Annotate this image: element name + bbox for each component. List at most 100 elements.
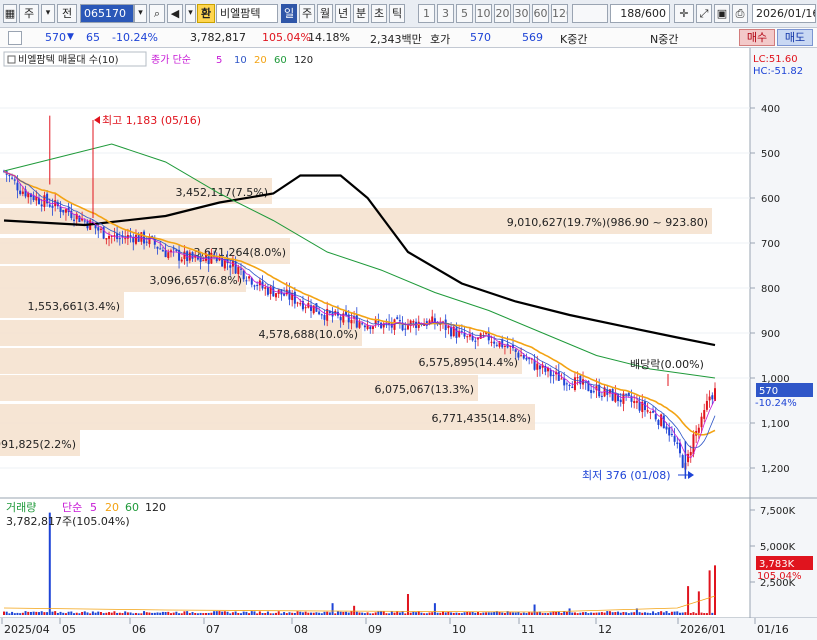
interval-tab[interactable]: 3 bbox=[437, 4, 454, 23]
mode-label: 전 bbox=[61, 7, 73, 20]
crosshair-icon[interactable]: ✛ bbox=[674, 4, 694, 23]
period-tab[interactable]: 일 bbox=[281, 4, 297, 23]
currency-button[interactable]: 환 bbox=[197, 4, 215, 23]
stock-code-input[interactable]: 065170 bbox=[80, 4, 134, 23]
volume-bar bbox=[304, 611, 307, 615]
sound-icon[interactable]: ◀ bbox=[167, 4, 183, 23]
bar-count-field[interactable]: 188/600 bbox=[610, 4, 670, 23]
candle-body bbox=[673, 436, 676, 442]
candle-body bbox=[234, 261, 237, 274]
candle-body bbox=[105, 238, 108, 240]
interval-tab[interactable]: 5 bbox=[456, 4, 473, 23]
volume-profile-label: 991,825(2.2%) bbox=[0, 438, 76, 451]
y-tick-label: 400 bbox=[761, 104, 780, 115]
draw-tools-icon[interactable]: ⤢ bbox=[696, 4, 712, 23]
volume-bar bbox=[608, 611, 611, 615]
volume-bar bbox=[213, 611, 216, 615]
period-tab[interactable]: 월 bbox=[317, 4, 333, 23]
sell-button[interactable]: 매도 bbox=[777, 29, 813, 46]
x-tick-label: 08 bbox=[294, 623, 308, 636]
candle-body bbox=[447, 326, 450, 329]
market-type-select[interactable]: 주 bbox=[19, 4, 39, 23]
volume-bar bbox=[687, 586, 690, 615]
candle-body bbox=[635, 401, 638, 403]
expand-icon[interactable] bbox=[8, 31, 22, 45]
candle-body bbox=[363, 325, 366, 328]
candle-body bbox=[495, 344, 498, 346]
save-icon[interactable]: ▣ bbox=[714, 4, 730, 23]
candle-body bbox=[576, 377, 579, 379]
code-dropdown-icon[interactable]: ▾ bbox=[134, 4, 147, 23]
volume-bar bbox=[194, 612, 197, 615]
volume-bar bbox=[625, 612, 628, 615]
interval-tab[interactable]: 30 bbox=[513, 4, 530, 23]
volume-bar bbox=[29, 611, 32, 615]
volume-bar bbox=[134, 612, 137, 615]
interval-tab[interactable]: 10 bbox=[475, 4, 492, 23]
search-icon[interactable]: ⌕ bbox=[149, 4, 165, 23]
volume-ratio: 105.04% bbox=[262, 31, 311, 44]
stock-chart[interactable]: 991,825(2.2%) 6,771,435(14.8%) 6,075,067(1… bbox=[0, 48, 817, 640]
interval-tab[interactable]: 1 bbox=[418, 4, 435, 23]
volume-bar bbox=[188, 613, 191, 615]
candle-body bbox=[670, 433, 673, 435]
sound-dropdown-icon[interactable]: ▾ bbox=[185, 4, 196, 23]
volume-bar bbox=[280, 613, 283, 615]
volume-bar bbox=[312, 612, 315, 615]
x-tick-label: 01/16 bbox=[757, 623, 789, 636]
period-tab[interactable]: 초 bbox=[371, 4, 387, 23]
volume-ma-20: 20 bbox=[105, 501, 119, 514]
x-tick-label: 07 bbox=[206, 623, 220, 636]
stock-name-field[interactable]: 비엘팜텍 bbox=[216, 4, 278, 23]
volume-bar bbox=[433, 603, 436, 615]
volume-bar bbox=[415, 612, 418, 615]
volume-bar bbox=[248, 613, 251, 615]
volume-bar bbox=[439, 612, 442, 615]
period-tab[interactable]: 분 bbox=[353, 4, 369, 23]
interval-tab[interactable]: 20 bbox=[494, 4, 511, 23]
period-tab[interactable]: 주 bbox=[299, 4, 315, 23]
volume-bar bbox=[202, 613, 205, 615]
volume-bar bbox=[35, 611, 38, 615]
volume-bar bbox=[207, 612, 210, 615]
volume-profile-label: 6,575,895(14.4%) bbox=[418, 356, 518, 369]
volume-bar bbox=[708, 570, 711, 615]
candle-body bbox=[299, 303, 302, 305]
mode-select[interactable]: 전 bbox=[57, 4, 77, 23]
period-tab[interactable]: 년 bbox=[335, 4, 351, 23]
buy-button[interactable]: 매수 bbox=[739, 29, 775, 46]
interval-tab[interactable]: 60 bbox=[532, 4, 549, 23]
y-tick-label: 800 bbox=[761, 284, 780, 295]
volume-bar bbox=[450, 612, 453, 615]
volume-bar bbox=[94, 612, 97, 615]
candle-body bbox=[560, 378, 563, 380]
volume-bar bbox=[75, 612, 78, 615]
interval-input[interactable] bbox=[572, 4, 608, 23]
market-type-dropdown-icon[interactable]: ▾ bbox=[41, 4, 55, 23]
x-tick-label: 12 bbox=[598, 623, 612, 636]
volume-bar bbox=[13, 613, 16, 615]
x-tick-label: 10 bbox=[452, 623, 466, 636]
candle-body bbox=[538, 365, 541, 370]
turnover-rate: 14.18% bbox=[308, 31, 350, 44]
candle-body bbox=[312, 305, 315, 314]
candle-body bbox=[140, 232, 143, 242]
period-tab[interactable]: 틱 bbox=[389, 4, 405, 23]
volume-bar bbox=[199, 612, 202, 615]
interval-tab[interactable]: 120 bbox=[551, 4, 568, 23]
print-icon[interactable]: ⎙ bbox=[732, 4, 748, 23]
chart-menu-icon[interactable]: ▦ bbox=[3, 4, 17, 23]
date-field[interactable]: 2026/01/16 bbox=[752, 4, 816, 23]
y-tick-label: 700 bbox=[761, 239, 780, 250]
price-legend-title: 비엘팜텍 매물대 수(10) bbox=[18, 53, 119, 66]
y-tick-label: 900 bbox=[761, 329, 780, 340]
candle-body bbox=[16, 182, 19, 191]
bid-price: 569 bbox=[522, 31, 543, 44]
volume-bar bbox=[431, 612, 434, 615]
candle-body bbox=[646, 410, 649, 412]
candle-body bbox=[703, 410, 706, 419]
candle-body bbox=[320, 314, 323, 316]
candle-body bbox=[654, 414, 657, 420]
price-change: 65 bbox=[86, 31, 100, 44]
volume-bar bbox=[229, 613, 232, 615]
